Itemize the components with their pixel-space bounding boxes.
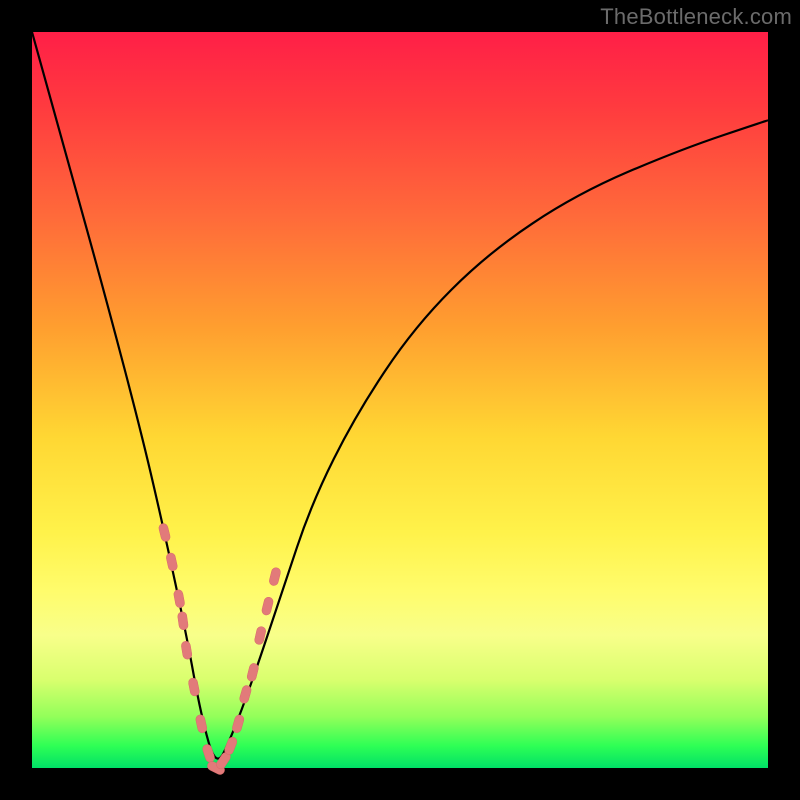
curve-layer <box>32 32 768 768</box>
marker-dash <box>158 523 171 543</box>
marker-dash <box>239 685 253 705</box>
marker-dash <box>181 641 193 660</box>
watermark-text: TheBottleneck.com <box>600 4 792 30</box>
chart-frame: TheBottleneck.com <box>0 0 800 800</box>
marker-dash <box>261 596 274 616</box>
marker-dash <box>231 714 245 734</box>
marker-dash <box>201 743 215 763</box>
marker-dash <box>188 677 200 696</box>
marker-dash <box>223 736 238 756</box>
marker-dash <box>195 714 208 734</box>
plot-area <box>32 32 768 768</box>
bottleneck-curve <box>32 32 768 759</box>
marker-dash <box>268 567 281 587</box>
marker-dash <box>246 662 259 682</box>
marker-dash <box>173 589 185 608</box>
marker-dash <box>165 552 178 572</box>
marker-dash <box>177 611 188 630</box>
